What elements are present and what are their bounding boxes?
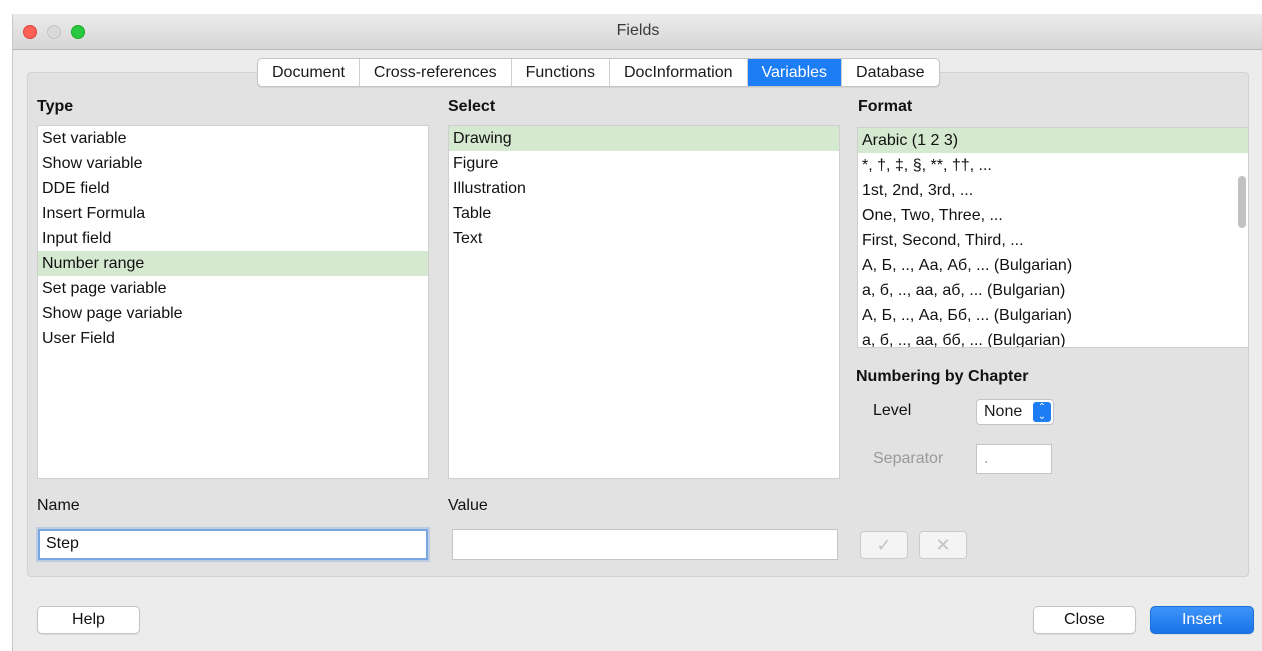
- select-item[interactable]: Figure: [449, 151, 839, 176]
- select-item[interactable]: Text: [449, 226, 839, 251]
- name-label: Name: [37, 497, 80, 514]
- type-item[interactable]: User Field: [38, 326, 428, 351]
- remove-button[interactable]: ✕: [919, 531, 967, 559]
- type-item[interactable]: Set page variable: [38, 276, 428, 301]
- select-item[interactable]: Illustration: [449, 176, 839, 201]
- tab-database[interactable]: Database: [842, 59, 939, 86]
- numbering-heading: Numbering by Chapter: [856, 368, 1029, 385]
- level-select-value: None: [984, 403, 1023, 420]
- type-item[interactable]: DDE field: [38, 176, 428, 201]
- format-item[interactable]: а, б, .., аа, бб, ... (Bulgarian): [858, 328, 1248, 347]
- type-list[interactable]: Set variable Show variable DDE field Ins…: [37, 125, 429, 479]
- updown-chevron-icon: ⌃ ⌄: [1033, 402, 1051, 422]
- x-icon: ✕: [935, 535, 951, 555]
- type-item[interactable]: Set variable: [38, 126, 428, 151]
- format-item[interactable]: First, Second, Third, ...: [858, 228, 1248, 253]
- checkmark-icon: ✓: [876, 535, 892, 555]
- select-item-selected[interactable]: Drawing: [449, 126, 839, 151]
- tab-document[interactable]: Document: [258, 59, 360, 86]
- type-item[interactable]: Show variable: [38, 151, 428, 176]
- close-button[interactable]: Close: [1033, 606, 1136, 634]
- window-title: Fields: [616, 22, 660, 39]
- value-field[interactable]: [452, 529, 838, 560]
- format-item[interactable]: А, Б, .., Аа, Бб, ... (Bulgarian): [858, 303, 1248, 328]
- format-item[interactable]: *, †, ‡, §, **, ††, ...: [858, 153, 1248, 178]
- type-label: Type: [37, 98, 74, 115]
- tab-bar: Document Cross-references Functions DocI…: [257, 58, 940, 87]
- apply-button[interactable]: ✓: [860, 531, 908, 559]
- separator-field[interactable]: .: [976, 444, 1052, 474]
- format-item[interactable]: One, Two, Three, ...: [858, 203, 1248, 228]
- level-select[interactable]: None ⌃ ⌄: [976, 399, 1054, 425]
- select-item[interactable]: Table: [449, 201, 839, 226]
- format-item-selected[interactable]: Arabic (1 2 3): [858, 128, 1248, 153]
- type-item-selected[interactable]: Number range: [38, 251, 428, 276]
- tab-docinformation[interactable]: DocInformation: [610, 59, 748, 86]
- type-item[interactable]: Insert Formula: [38, 201, 428, 226]
- format-list[interactable]: Arabic (1 2 3) *, †, ‡, §, **, ††, ... 1…: [857, 127, 1249, 348]
- type-item[interactable]: Input field: [38, 226, 428, 251]
- select-label: Select: [448, 98, 496, 115]
- insert-button[interactable]: Insert: [1150, 606, 1254, 634]
- format-item[interactable]: А, Б, .., Аа, Аб, ... (Bulgarian): [858, 253, 1248, 278]
- separator-label: Separator: [873, 450, 944, 467]
- help-button[interactable]: Help: [37, 606, 140, 634]
- tab-functions[interactable]: Functions: [512, 59, 610, 86]
- type-item[interactable]: Show page variable: [38, 301, 428, 326]
- title-bar: Fields: [13, 14, 1262, 50]
- format-item[interactable]: а, б, .., аа, аб, ... (Bulgarian): [858, 278, 1248, 303]
- format-label: Format: [858, 98, 913, 115]
- select-list[interactable]: Drawing Figure Illustration Table Text: [448, 125, 840, 479]
- value-label: Value: [448, 497, 488, 514]
- level-label: Level: [873, 402, 912, 419]
- format-item[interactable]: 1st, 2nd, 3rd, ...: [858, 178, 1248, 203]
- format-list-scrollbar[interactable]: [1238, 176, 1246, 228]
- name-field[interactable]: Step: [38, 529, 428, 560]
- tab-variables[interactable]: Variables: [747, 59, 843, 86]
- fields-dialog: Fields Document Cross-references Functio…: [12, 14, 1262, 651]
- tab-cross-references[interactable]: Cross-references: [360, 59, 512, 86]
